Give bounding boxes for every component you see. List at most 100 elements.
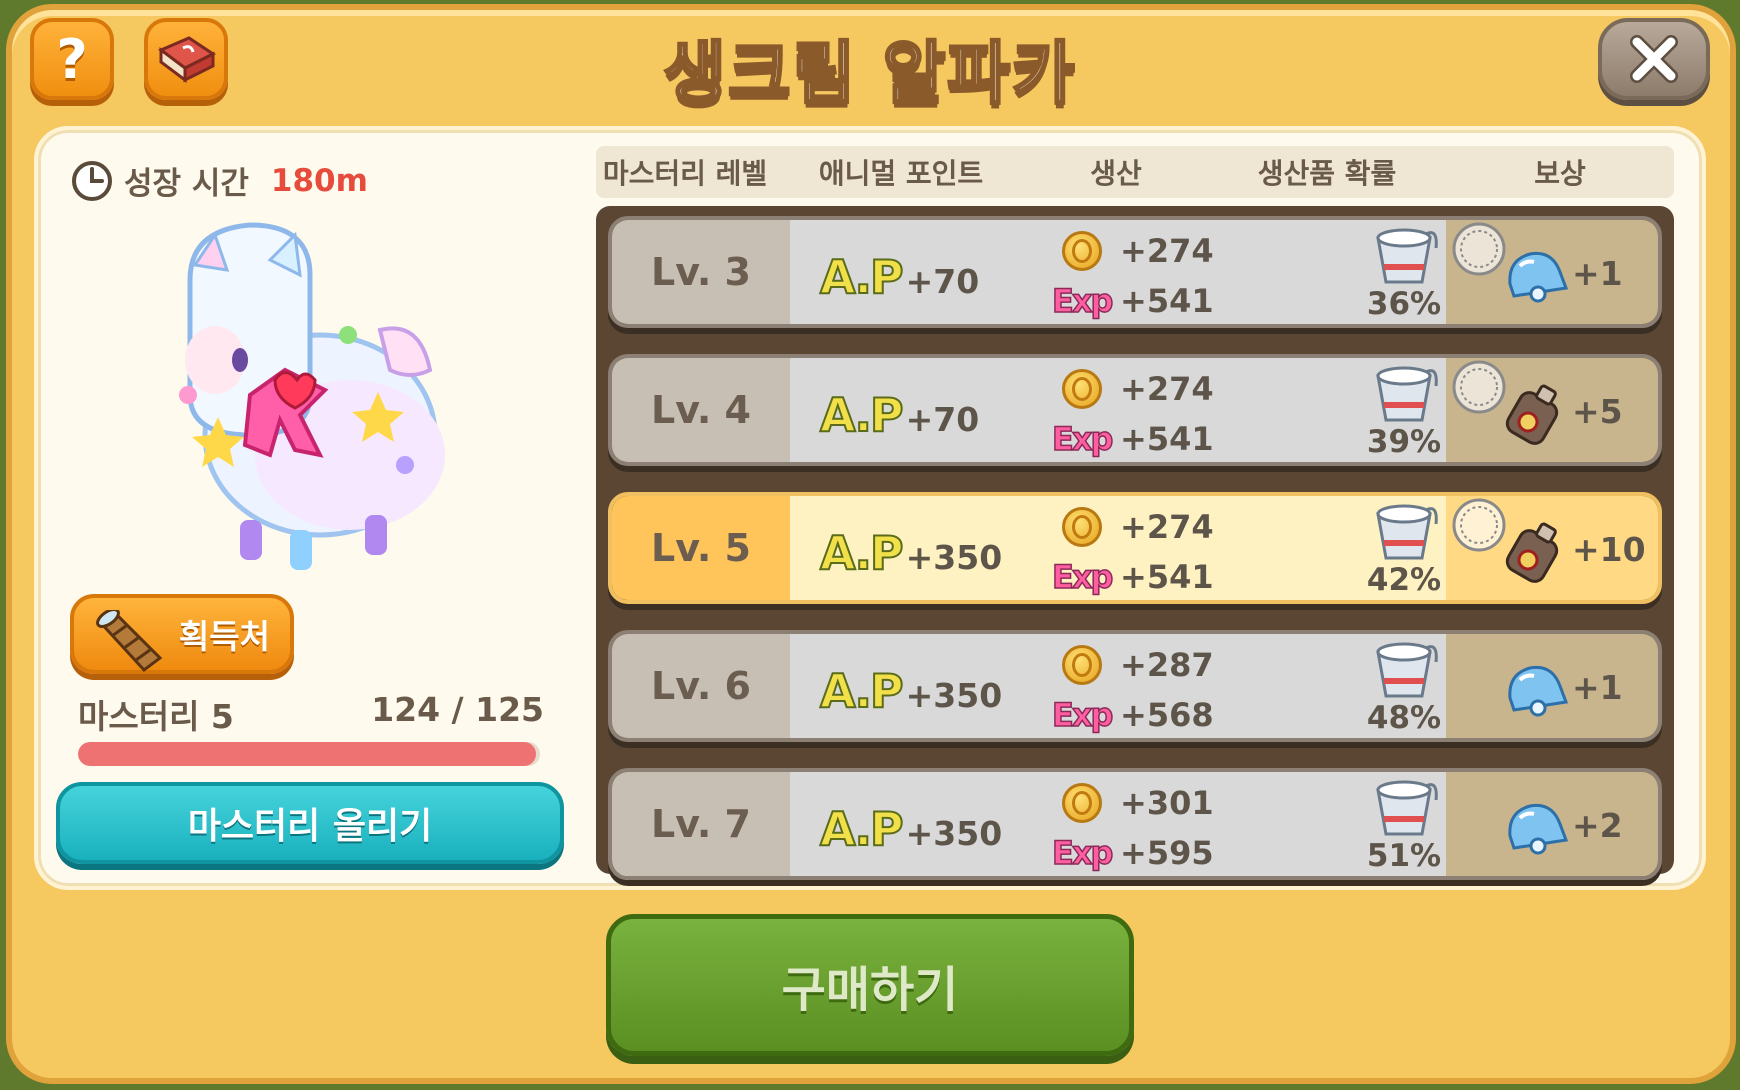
animal-points-value: +350 [905,538,1003,577]
header-mastery-level: 마스터리 레벨 [602,157,768,190]
table-row: Lv. 6 A.P +350 +287 Exp +568 48% +1 [608,630,1662,742]
row-level: Lv. 4 [651,388,751,432]
row-reward-cell: +1 [1446,220,1658,324]
reward-value: +1 [1572,668,1623,707]
exp-value: +595 [1120,834,1214,872]
animal-points: A.P +70 [819,249,980,305]
ap-logo: A.P [819,249,905,305]
exp-line: Exp +541 [1051,414,1214,462]
production: +274 Exp +541 [1051,226,1214,324]
mastery-level-table: Lv. 3 A.P +70 +274 Exp +541 36% +1 Lv. 4 A.P +70 +2… [596,206,1674,880]
mastery-progress-bar [78,742,540,766]
bell-icon [1498,658,1569,726]
popup-title: 생크림 알파카 [662,34,1077,116]
animal-points: A.P +350 [819,801,1003,857]
coin-value: +287 [1120,646,1214,684]
row-level: Lv. 3 [651,250,751,294]
table-row: Lv. 4 A.P +70 +274 Exp +541 39% +5 [608,354,1662,466]
growth-time-label: 성장 시간 [124,166,249,202]
exp-logo: Exp [1051,695,1114,735]
production: +274 Exp +541 [1051,364,1214,462]
row-level-cell: Lv. 5 [612,496,790,600]
mastery-level-label: 마스터리 5 [78,697,234,736]
exp-line: Exp +595 [1051,828,1214,876]
coin-line: +287 [1052,640,1214,690]
acquire-source-button[interactable]: 획득처 [70,594,294,674]
exp-logo: Exp [1051,833,1114,873]
buy-button[interactable]: 구매하기 [606,914,1134,1056]
milk-bucket-icon [1376,366,1438,422]
raise-mastery-button[interactable]: 마스터리 올리기 [56,782,564,864]
table-row: Lv. 3 A.P +70 +274 Exp +541 36% +1 [608,216,1662,328]
milk-bucket-icon [1376,504,1438,560]
clock-icon [72,160,112,201]
ap-logo: A.P [819,801,905,857]
coin-icon [1062,645,1102,685]
table-row: Lv. 5 A.P +350 +274 Exp +541 42% +10 [608,492,1662,604]
coin-line: +301 [1052,778,1214,828]
animal-points-value: +70 [905,262,980,301]
exp-logo: Exp [1051,557,1114,597]
production: +274 Exp +541 [1051,502,1214,600]
growth-time: 성장 시간 180m [70,158,368,203]
exp-line: Exp +568 [1051,690,1214,738]
acquire-source-label: 획득처 [178,617,270,656]
table-row: Lv. 7 A.P +350 +301 Exp +595 51% +2 [608,768,1662,880]
coin-icon [1062,231,1102,271]
header-production: 생산 [1090,157,1142,190]
growth-time-value: 180m [270,162,368,199]
mastery-progress-count: 124 / 125 [371,690,544,729]
close-button[interactable] [1598,18,1710,100]
row-reward-cell: +1 [1446,634,1658,738]
bell-icon [1498,796,1569,864]
mastery-progress-fill [78,742,537,766]
exp-value: +568 [1120,696,1214,734]
milk-bucket-icon [1376,228,1438,284]
reward-value: +1 [1572,254,1623,293]
animal-points: A.P +70 [819,387,980,443]
bottle-icon [1498,520,1568,588]
coin-icon [1062,369,1102,409]
coin-line: +274 [1052,502,1214,552]
row-level: Lv. 6 [651,664,751,708]
row-level-cell: Lv. 4 [612,358,790,462]
milk-bucket-icon [1376,642,1438,698]
row-stats-cell: A.P +70 +274 Exp +541 36% [790,220,1446,324]
animal-points: A.P +350 [819,663,1003,719]
exp-logo: Exp [1051,281,1114,321]
row-stats-cell: A.P +350 +274 Exp +541 42% [790,496,1446,600]
row-stats-cell: A.P +350 +287 Exp +568 48% [790,634,1446,738]
animal-points-value: +350 [905,814,1003,853]
row-reward-cell: +10 [1446,496,1658,600]
bottle-icon [1498,382,1568,450]
exp-value: +541 [1120,558,1214,596]
bell-icon [1498,244,1569,312]
table-header: 마스터리 레벨 애니멀 포인트 생산 생산품 확률 보상 [596,146,1674,198]
coin-icon [1062,507,1102,547]
row-reward-cell: +5 [1446,358,1658,462]
coin-line: +274 [1052,226,1214,276]
buy-label: 구매하기 [781,962,959,1018]
header-reward: 보상 [1534,157,1586,190]
raise-mastery-label: 마스터리 올리기 [187,806,433,847]
coin-icon [1062,783,1102,823]
milk-bucket-icon [1376,780,1438,836]
row-level-cell: Lv. 3 [612,220,790,324]
animal-points-value: +70 [905,400,980,439]
animal-points-value: +350 [905,676,1003,715]
alpaca-illustration [179,222,445,570]
reward-value: +10 [1572,530,1646,569]
production: +287 Exp +568 [1051,640,1214,738]
exp-value: +541 [1120,420,1214,458]
telescope-icon [96,610,163,673]
exp-value: +541 [1120,282,1214,320]
exp-line: Exp +541 [1051,552,1214,600]
ap-logo: A.P [819,525,905,581]
row-reward-cell: +2 [1446,772,1658,876]
row-stats-cell: A.P +350 +301 Exp +595 51% [790,772,1446,876]
row-level-cell: Lv. 6 [612,634,790,738]
header-animal-points: 애니멀 포인트 [818,157,984,190]
coin-value: +274 [1120,232,1214,270]
exp-logo: Exp [1051,419,1114,459]
exp-line: Exp +541 [1051,276,1214,324]
